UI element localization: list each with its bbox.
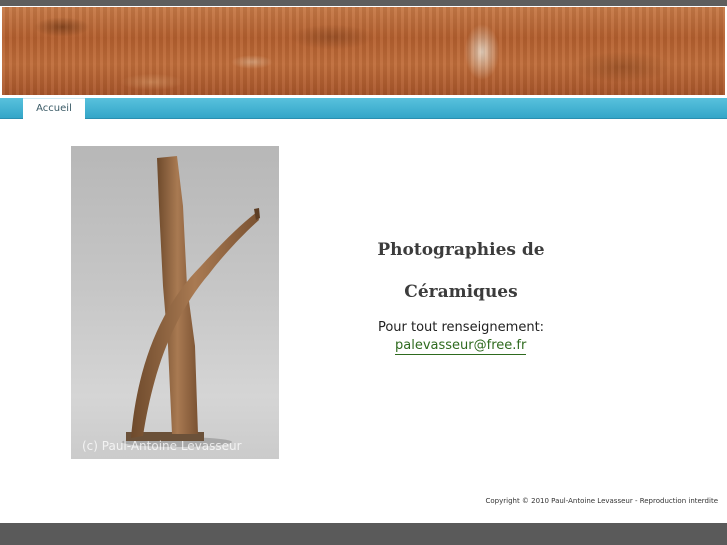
tab-accueil[interactable]: Accueil — [23, 98, 85, 120]
photo-watermark: (c) Paul-Antoine Levasseur — [82, 439, 242, 453]
contact-label: Pour tout renseignement: — [377, 320, 545, 335]
ceramic-photo: (c) Paul-Antoine Levasseur — [71, 146, 279, 459]
contact-email-link[interactable]: palevasseur@free.fr — [395, 338, 527, 355]
page-title-line2: Céramiques — [404, 282, 518, 302]
header-banner-image — [2, 7, 725, 95]
bottom-bar — [0, 523, 727, 545]
top-bar — [0, 0, 727, 6]
page-title-line1: Photographies de — [377, 240, 545, 260]
copyright-text: Copyright © 2010 Paul-Antoine Levasseur … — [485, 497, 718, 505]
nav-bar — [0, 98, 727, 119]
ceramic-sculpture-illustration — [122, 156, 260, 447]
